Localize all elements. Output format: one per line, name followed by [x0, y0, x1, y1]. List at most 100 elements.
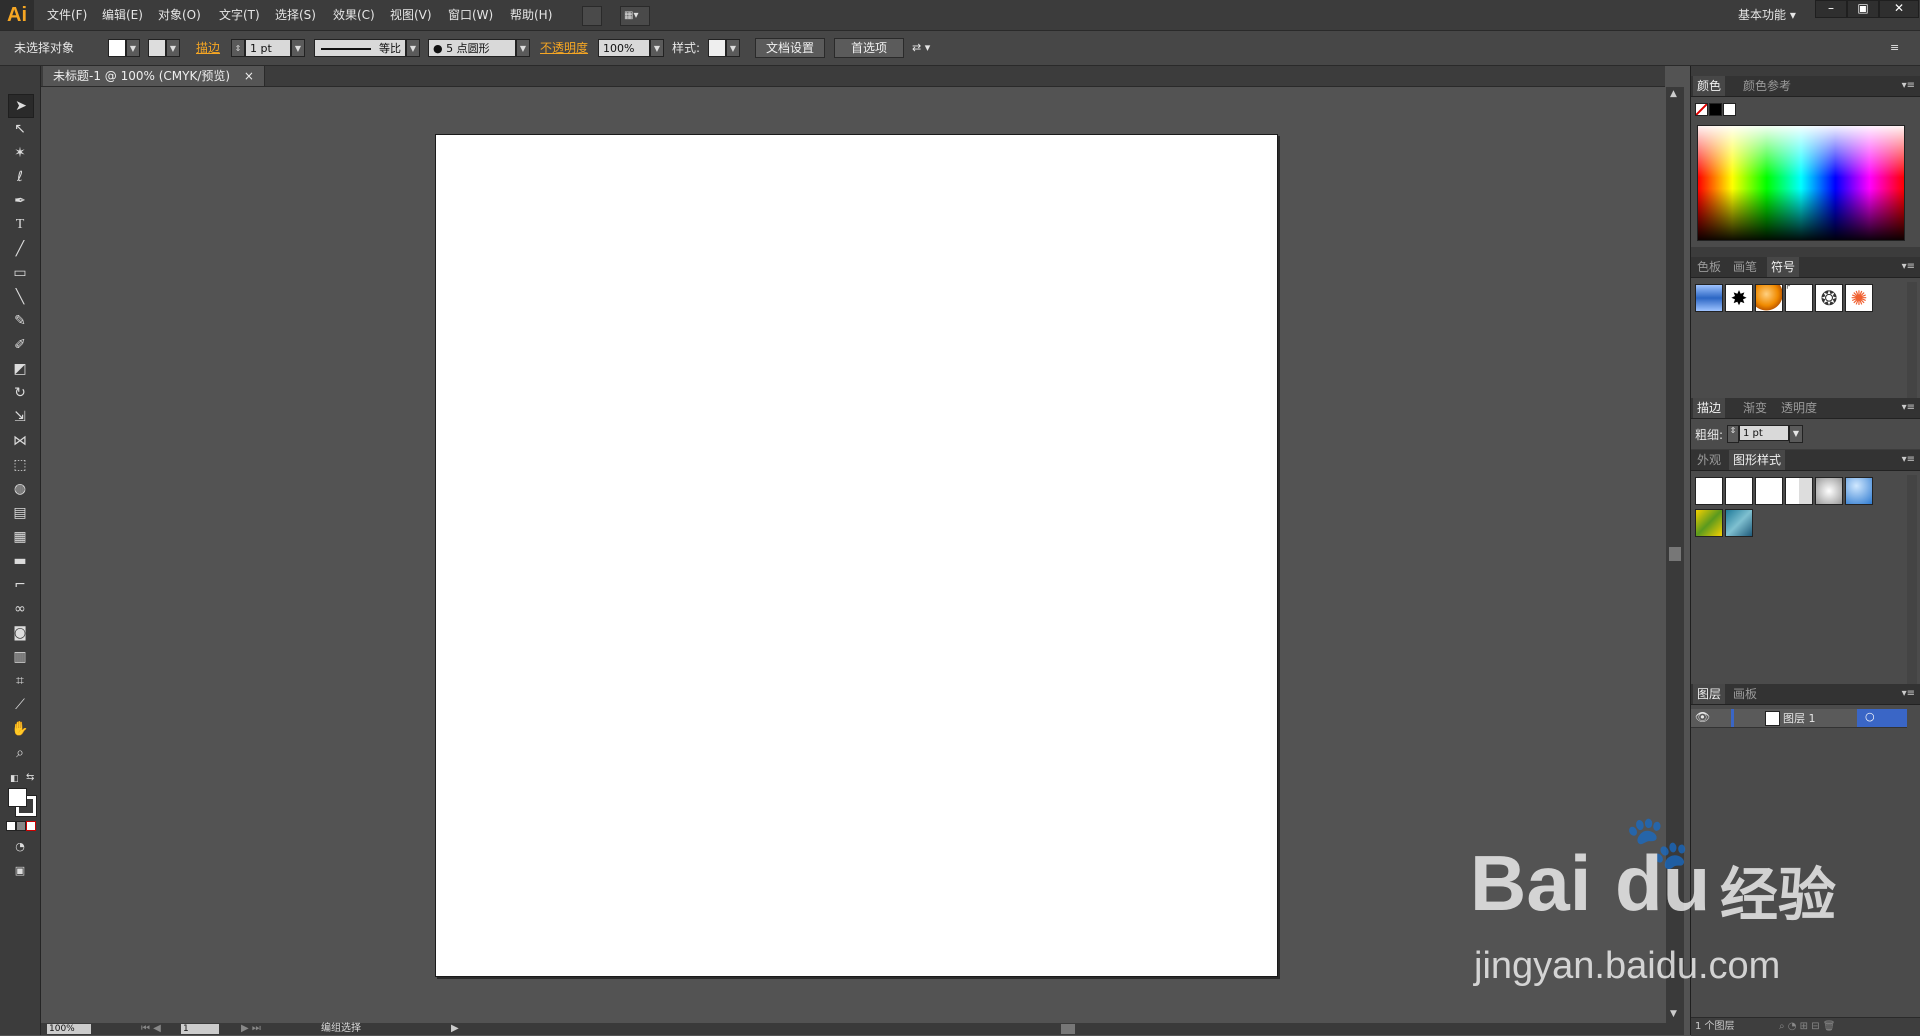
tab-transparency[interactable]: 透明度	[1777, 398, 1821, 418]
default-colors-icon[interactable]: ◧	[10, 774, 20, 784]
document-tab[interactable]: 未标题-1 @ 100% (CMYK/预览) ×	[43, 66, 265, 86]
selection-tool-icon[interactable]: ➤	[8, 94, 34, 118]
close-window-button[interactable]: ✕	[1879, 0, 1919, 18]
tab-symbols[interactable]: 符号	[1767, 257, 1800, 277]
mesh-tool-icon[interactable]: ▦	[8, 526, 32, 548]
stroke-swatch[interactable]	[148, 39, 166, 57]
tab-artboards[interactable]: 画板	[1729, 684, 1761, 704]
line-tool-icon[interactable]: ╱	[8, 238, 32, 260]
hand-tool-icon[interactable]: ✋	[8, 718, 32, 740]
next-artboard-icon[interactable]: ▶ ⏭	[241, 1023, 261, 1035]
gradient-tool-icon[interactable]: ▬	[8, 550, 32, 572]
swap-colors-icon[interactable]: ⇆	[26, 772, 34, 783]
tab-stroke[interactable]: 描边	[1693, 398, 1726, 418]
color-panel-menu-icon[interactable]: ▾≡	[1902, 80, 1915, 91]
zoom-tool-icon[interactable]: ⌕	[8, 742, 32, 764]
color-spectrum[interactable]	[1697, 125, 1905, 241]
artboard[interactable]	[435, 134, 1278, 977]
lasso-tool-icon[interactable]: ℓ	[8, 166, 32, 188]
style-teal-pattern[interactable]	[1725, 509, 1753, 537]
artboard-tool-icon[interactable]: ⌗	[8, 670, 32, 692]
layer-target-icon[interactable]: ○	[1865, 710, 1875, 723]
tab-brushes[interactable]: 画笔	[1729, 257, 1761, 277]
menu-effect[interactable]: 效果(C)	[333, 0, 375, 30]
eraser-tool-icon[interactable]: ◩	[8, 358, 32, 380]
width-tool-icon[interactable]: ⋈	[8, 430, 32, 452]
tab-layers[interactable]: 图层	[1693, 684, 1726, 704]
menu-edit[interactable]: 编辑(E)	[102, 0, 143, 30]
opacity-field[interactable]: 100%	[598, 39, 650, 57]
stroke-link[interactable]: 描边	[196, 39, 220, 57]
variable-width-profile[interactable]: 等比	[314, 39, 406, 57]
tab-color-guide[interactable]: 颜色参考	[1739, 76, 1795, 96]
style-default[interactable]	[1695, 477, 1723, 505]
rotate-tool-icon[interactable]: ↻	[8, 382, 32, 404]
scroll-up-icon[interactable]: ▲	[1670, 89, 1677, 99]
none-mode-icon[interactable]	[26, 821, 36, 831]
opacity-link[interactable]: 不透明度	[540, 39, 588, 57]
type-tool-icon[interactable]: T	[8, 214, 32, 236]
symbol-orange-ball[interactable]	[1755, 284, 1783, 312]
bridge-button[interactable]	[582, 6, 602, 26]
layer-row[interactable]: 👁 图层 1 ○	[1691, 709, 1907, 728]
graphic-styles-scrollbar[interactable]	[1907, 475, 1917, 689]
first-artboard-icon[interactable]: ⏮ ◀	[141, 1023, 161, 1035]
layer-name[interactable]: 图层 1	[1783, 710, 1816, 726]
style-default-cmyk[interactable]	[1725, 477, 1753, 505]
pencil-tool-icon[interactable]: ✎	[8, 310, 32, 332]
status-menu-icon[interactable]: ▶	[451, 1023, 459, 1035]
magic-wand-tool-icon[interactable]: ✶	[8, 142, 32, 164]
symbol-blue-banner[interactable]	[1695, 284, 1723, 312]
workspace-switcher[interactable]: 基本功能 ▾	[1738, 0, 1796, 30]
scroll-down-icon[interactable]: ▼	[1670, 1009, 1677, 1019]
draw-mode-icon[interactable]: ◔	[8, 836, 32, 858]
layer-selection-area[interactable]: ○	[1857, 709, 1907, 727]
layer-visibility-eye-icon[interactable]: 👁	[1695, 710, 1710, 724]
brush-definition[interactable]: ● 5 点圆形	[428, 39, 516, 57]
scale-tool-icon[interactable]: ⇲	[8, 406, 32, 428]
opacity-dropdown[interactable]: ▼	[650, 39, 664, 57]
minimize-button[interactable]: –	[1815, 0, 1847, 18]
stroke-weight-field[interactable]: 1 pt	[245, 39, 291, 57]
slice-tool-icon[interactable]: ⟋	[8, 694, 32, 716]
zoom-field[interactable]: 100%	[47, 1024, 91, 1034]
screen-mode-icon[interactable]: ▣	[8, 860, 32, 882]
style-gray-shadow[interactable]	[1815, 477, 1843, 505]
menu-help[interactable]: 帮助(H)	[510, 0, 552, 30]
panel-stroke-weight-field[interactable]: 1 pt	[1739, 425, 1789, 441]
menu-file[interactable]: 文件(F)	[47, 0, 87, 30]
stroke-dropdown[interactable]: ▼	[166, 39, 180, 57]
column-graph-tool-icon[interactable]: ▥	[8, 646, 32, 668]
symbol-frame[interactable]: ⌜	[1785, 284, 1813, 312]
gradient-mode-icon[interactable]	[16, 821, 26, 831]
direct-selection-tool-icon[interactable]: ↖	[8, 118, 32, 140]
menu-window[interactable]: 窗口(W)	[448, 0, 493, 30]
paintbrush-tool-icon[interactable]: ╲	[8, 286, 32, 308]
layers-footer-icons[interactable]: ⌕ ◔ ⊞ ⊟ 🗑	[1779, 1018, 1836, 1036]
stroke-stepper[interactable]: ⇕	[231, 39, 245, 57]
arrange-documents-button[interactable]: ▦▾	[620, 6, 650, 26]
fill-dropdown[interactable]: ▼	[126, 39, 140, 57]
control-panel-menu-icon[interactable]: ≡	[1890, 39, 1899, 57]
tab-graphic-styles[interactable]: 图形样式	[1729, 450, 1786, 470]
perspective-grid-tool-icon[interactable]: ▤	[8, 502, 32, 524]
layers-panel-menu-icon[interactable]: ▾≡	[1902, 688, 1915, 699]
symbols-panel-menu-icon[interactable]: ▾≡	[1902, 261, 1915, 272]
symbol-flower[interactable]: ✺	[1845, 284, 1873, 312]
preferences-button[interactable]: 首选项	[834, 38, 904, 58]
free-transform-tool-icon[interactable]: ⬚	[8, 454, 32, 476]
style-swatch[interactable]	[708, 39, 726, 57]
none-swatch-icon[interactable]	[1695, 103, 1708, 116]
stroke-weight-stepper[interactable]: ⇕	[1727, 425, 1739, 443]
pen-tool-icon[interactable]: ✒	[8, 190, 32, 212]
tab-swatches[interactable]: 色板	[1693, 257, 1725, 277]
white-swatch[interactable]	[1723, 103, 1736, 116]
panel-stroke-weight-dropdown[interactable]: ▼	[1789, 425, 1803, 443]
document-setup-button[interactable]: 文档设置	[755, 38, 825, 58]
restore-button[interactable]: ▣	[1847, 0, 1879, 18]
fill-swatch[interactable]	[108, 39, 126, 57]
brush-dropdown[interactable]: ▼	[516, 39, 530, 57]
style-green-pattern[interactable]	[1695, 509, 1723, 537]
black-swatch[interactable]	[1709, 103, 1722, 116]
stroke-panel-menu-icon[interactable]: ▾≡	[1902, 402, 1915, 413]
